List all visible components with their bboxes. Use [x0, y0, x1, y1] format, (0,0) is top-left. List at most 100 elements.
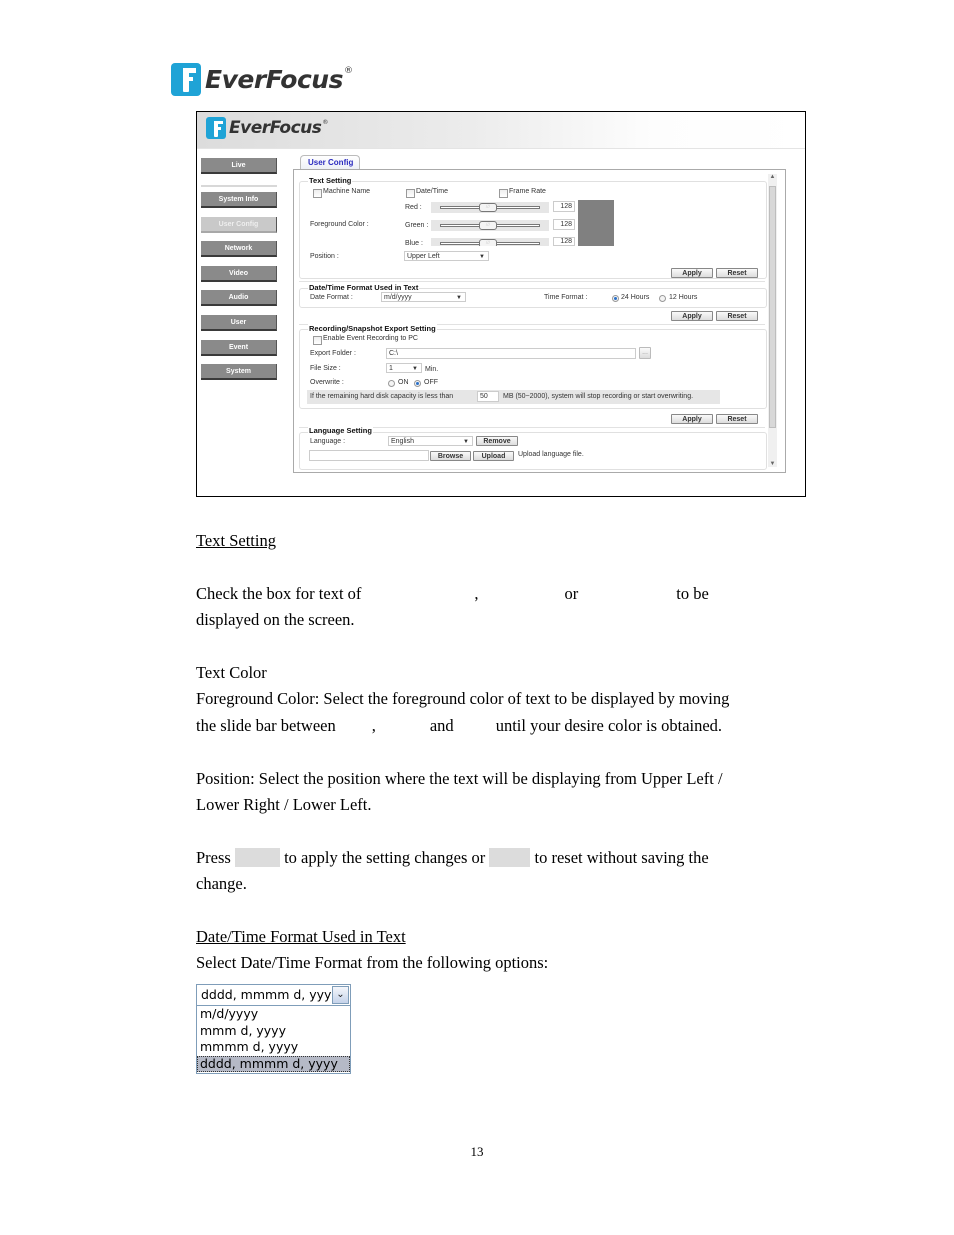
foreground-color-label: Foreground Color :	[310, 221, 369, 228]
nav-system[interactable]: System	[201, 364, 277, 380]
reset-button[interactable]: Reset	[716, 414, 758, 424]
text-setting-title: Text Setting	[308, 176, 353, 185]
date-format-select[interactable]: m/d/yyyy ▼	[381, 292, 466, 302]
nav-user-config[interactable]: User Config	[201, 217, 277, 233]
date-format-dropdown[interactable]: dddd, mmmm d, yyyy ⌄	[196, 984, 351, 1006]
nav-audio[interactable]: Audio	[201, 290, 277, 306]
panel-scrollbar[interactable]: ▲ ▼	[768, 174, 777, 467]
green-slider-thumb[interactable]: ///	[479, 221, 497, 230]
position-select[interactable]: Upper Left ▼	[404, 251, 489, 261]
language-title: Language Setting	[308, 426, 373, 435]
everfocus-logo: EverFocus ®	[171, 62, 353, 96]
red-label: Red :	[405, 204, 422, 211]
label-12-hours: 12 Hours	[669, 294, 698, 301]
capacity-input[interactable]: 50	[477, 391, 499, 402]
overwrite-off-label: OFF	[424, 379, 438, 386]
machine-name-checkbox[interactable]	[313, 189, 322, 198]
enable-recording-checkbox[interactable]	[313, 336, 322, 345]
nav-network[interactable]: Network	[201, 241, 277, 257]
app-header: EverFocus ®	[197, 112, 805, 149]
language-file-input[interactable]	[309, 450, 429, 461]
reset-button[interactable]: Reset	[716, 268, 758, 278]
time-format-label: Time Format :	[544, 294, 588, 301]
chevron-down-icon: ▼	[479, 254, 485, 260]
file-size-select[interactable]: 1 ▼	[386, 363, 422, 373]
nav-divider	[201, 185, 277, 187]
blue-slider-thumb[interactable]: ///	[479, 239, 497, 246]
scroll-up-icon[interactable]: ▲	[768, 174, 777, 180]
file-size-label: File Size :	[310, 365, 341, 372]
apply-button[interactable]: Apply	[671, 414, 713, 424]
apply-button[interactable]: Apply	[671, 268, 713, 278]
heading-datetime-format: Date/Time Format Used in Text	[196, 927, 406, 946]
paragraph-select-format: Select Date/Time Format from the followi…	[196, 953, 549, 972]
nav-live[interactable]: Live	[201, 158, 277, 174]
recording-title: Recording/Snapshot Export Setting	[308, 324, 437, 333]
language-select[interactable]: English ▼	[388, 436, 473, 446]
frame-rate-checkbox[interactable]	[499, 189, 508, 198]
settings-panel: Text Setting Machine Name Date/Time Fram…	[293, 169, 786, 473]
capacity-row: If the remaining hard disk capacity is l…	[307, 390, 720, 404]
page-number: 13	[470, 1144, 484, 1159]
everfocus-logo-icon	[206, 117, 226, 139]
chevron-down-icon[interactable]: ⌄	[332, 986, 349, 1004]
green-value[interactable]: 128	[553, 219, 575, 230]
color-preview	[578, 200, 614, 246]
remove-language-button[interactable]: Remove	[476, 436, 518, 446]
label-24-hours: 24 Hours	[621, 294, 650, 301]
radio-12-hours[interactable]	[659, 295, 666, 302]
date-option[interactable]: m/d/yyyy	[197, 1006, 350, 1023]
apply-button-image	[234, 848, 280, 867]
overwrite-off-radio[interactable]	[414, 380, 421, 387]
overwrite-on-radio[interactable]	[388, 380, 395, 387]
green-slider[interactable]: ///	[431, 220, 549, 231]
date-option[interactable]: mmm d, yyyy	[197, 1023, 350, 1040]
overwrite-on-label: ON	[398, 379, 409, 386]
paragraph-press: Press to apply the setting changes or to…	[196, 848, 709, 867]
datetime-title: Date/Time Format Used in Text	[308, 283, 420, 292]
date-option-selected[interactable]: dddd, mmmm d, yyyy	[197, 1055, 350, 1072]
nav-event[interactable]: Event	[201, 340, 277, 356]
date-format-label: Date Format :	[310, 294, 353, 301]
everfocus-logo-icon	[171, 62, 201, 96]
ui-screenshot: EverFocus ® Live System Info User Config…	[196, 111, 806, 497]
red-slider-thumb[interactable]: ///	[479, 203, 497, 212]
heading-text-setting: Text Setting	[196, 531, 276, 550]
blue-value[interactable]: 128	[553, 237, 575, 246]
chevron-down-icon: ▼	[456, 295, 462, 301]
browse-button[interactable]: Browse	[430, 451, 471, 461]
overwrite-label: Overwrite :	[310, 379, 344, 386]
enable-recording-label: Enable Event Recording to PC	[323, 335, 418, 342]
datetime-checkbox[interactable]	[406, 189, 415, 198]
apply-button[interactable]: Apply	[671, 311, 713, 321]
date-option[interactable]: mmmm d, yyyy	[197, 1039, 350, 1056]
reset-button-image	[489, 848, 531, 867]
app-logo: EverFocus ®	[206, 117, 328, 139]
blue-slider[interactable]: ///	[431, 238, 549, 246]
chevron-down-icon: ▼	[412, 366, 418, 372]
nav-video[interactable]: Video	[201, 266, 277, 282]
reset-button[interactable]: Reset	[716, 311, 758, 321]
scroll-thumb[interactable]	[769, 186, 776, 428]
nav-user[interactable]: User	[201, 315, 277, 331]
scroll-down-icon[interactable]: ▼	[768, 461, 777, 467]
file-size-unit: Min.	[425, 366, 439, 373]
paragraph-position-line2: Lower Right / Lower Left.	[196, 795, 372, 814]
datetime-label: Date/Time	[416, 188, 449, 195]
machine-name-label: Machine Name	[323, 188, 371, 195]
red-value[interactable]: 128	[553, 201, 575, 212]
tab-user-config[interactable]: User Config	[300, 155, 360, 169]
date-format-options: m/d/yyyy mmm d, yyyy mmmm d, yyyy dddd, …	[196, 1006, 351, 1074]
radio-24-hours[interactable]	[612, 295, 619, 302]
frame-rate-label: Frame Rate	[509, 188, 546, 195]
upload-button[interactable]: Upload	[473, 451, 514, 461]
red-slider[interactable]: ///	[431, 202, 549, 213]
language-label: Language :	[310, 438, 346, 445]
paragraph-foreground-line2: the slide bar between, and until your desi…	[196, 716, 723, 735]
green-label: Green :	[405, 222, 429, 229]
blue-label: Blue :	[405, 240, 423, 247]
paragraph-checkbox-line2: displayed on the screen.	[196, 610, 355, 629]
browse-folder-button[interactable]: ...	[639, 347, 651, 359]
export-folder-input[interactable]: C:\	[386, 348, 636, 359]
nav-system-info[interactable]: System Info	[201, 192, 277, 208]
